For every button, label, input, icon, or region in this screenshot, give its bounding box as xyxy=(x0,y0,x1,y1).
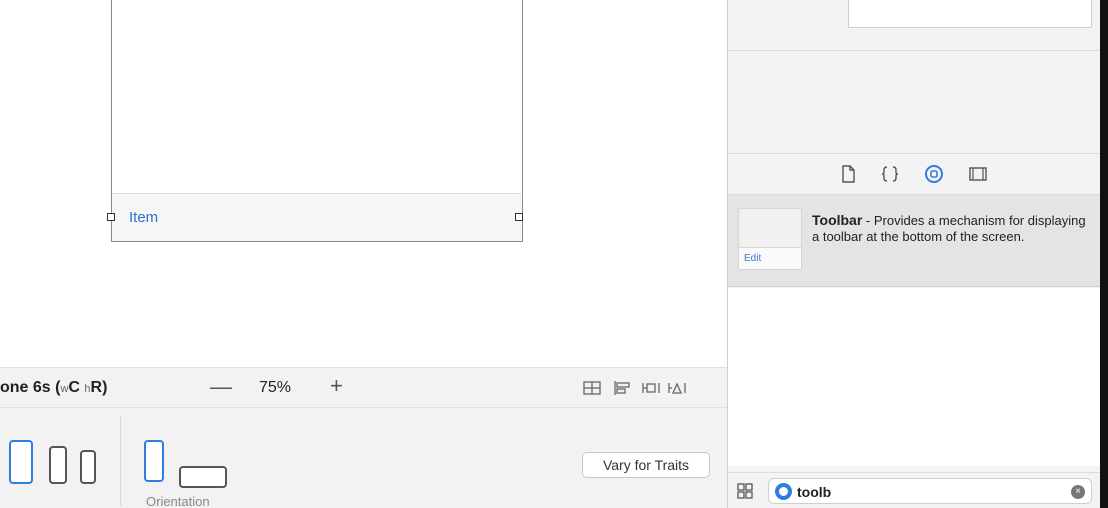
library-search-field[interactable]: × xyxy=(768,478,1092,504)
library-item-description: Toolbar - Provides a mechanism for displ… xyxy=(812,212,1092,245)
zoom-out-button[interactable]: — xyxy=(210,374,232,400)
toolbar-item-button[interactable]: Item xyxy=(129,209,158,226)
library-item-toolbar[interactable]: Edit Toolbar - Provides a mechanism for … xyxy=(728,195,1100,287)
embed-in-stack-icon[interactable] xyxy=(583,380,601,396)
orientation-portrait-icon[interactable] xyxy=(144,440,164,482)
orientation-label: Orientation xyxy=(146,494,210,508)
file-icon[interactable] xyxy=(838,164,858,184)
xcode-window: Item one 6s (wC hR) — 75% + Orientation … xyxy=(0,0,1108,508)
library-item-title: Toolbar xyxy=(812,212,863,228)
resize-handle-right[interactable] xyxy=(515,213,523,221)
device-traits-panel: Orientation Vary for Traits xyxy=(0,407,727,508)
braces-icon[interactable] xyxy=(880,164,900,184)
inspector-text-area[interactable] xyxy=(848,0,1092,28)
device-config-bar: one 6s (wC hR) — 75% + xyxy=(0,367,727,407)
clear-icon[interactable]: × xyxy=(1071,485,1085,499)
toolbar-thumbnail: Edit xyxy=(738,208,802,270)
thumbnail-toolbar: Edit xyxy=(739,247,801,269)
orientation-landscape-icon[interactable] xyxy=(179,466,227,488)
device-selector[interactable]: one 6s (wC hR) xyxy=(0,379,107,397)
zoom-in-button[interactable]: + xyxy=(330,373,343,399)
library-filter-bar: × xyxy=(728,472,1100,508)
pin-icon[interactable] xyxy=(642,380,660,396)
device-ipad-large-icon[interactable] xyxy=(9,440,33,484)
library-list[interactable] xyxy=(728,288,1100,466)
width-class-value: C xyxy=(68,379,85,396)
height-class-value: R) xyxy=(90,379,108,396)
resolve-issues-icon[interactable] xyxy=(668,380,686,396)
filter-icon xyxy=(775,483,792,500)
vary-for-traits-button[interactable]: Vary for Traits xyxy=(582,452,710,478)
utilities-panel: Edit Toolbar - Provides a mechanism for … xyxy=(728,0,1100,508)
device-label: one 6s ( xyxy=(0,379,61,396)
window-edge xyxy=(1100,0,1108,508)
thumbnail-edit-label: Edit xyxy=(744,253,762,264)
device-iphone-plus-icon[interactable] xyxy=(49,446,67,484)
library-tab-bar xyxy=(728,153,1100,195)
align-icon[interactable] xyxy=(613,380,631,396)
divider xyxy=(728,50,1100,51)
device-iphone-icon[interactable] xyxy=(80,450,96,484)
library-search-input[interactable] xyxy=(797,482,1057,502)
divider xyxy=(120,416,121,506)
storyboard-canvas[interactable]: Item one 6s (wC hR) — 75% + Orientation … xyxy=(0,0,727,508)
resize-handle-left[interactable] xyxy=(107,213,115,221)
view-controller-scene[interactable]: Item xyxy=(111,0,523,242)
object-library-icon[interactable] xyxy=(924,164,944,184)
media-library-icon[interactable] xyxy=(968,164,988,184)
grid-view-icon[interactable] xyxy=(737,483,753,499)
toolbar-view[interactable]: Item xyxy=(112,193,522,241)
zoom-level: 75% xyxy=(259,379,292,396)
